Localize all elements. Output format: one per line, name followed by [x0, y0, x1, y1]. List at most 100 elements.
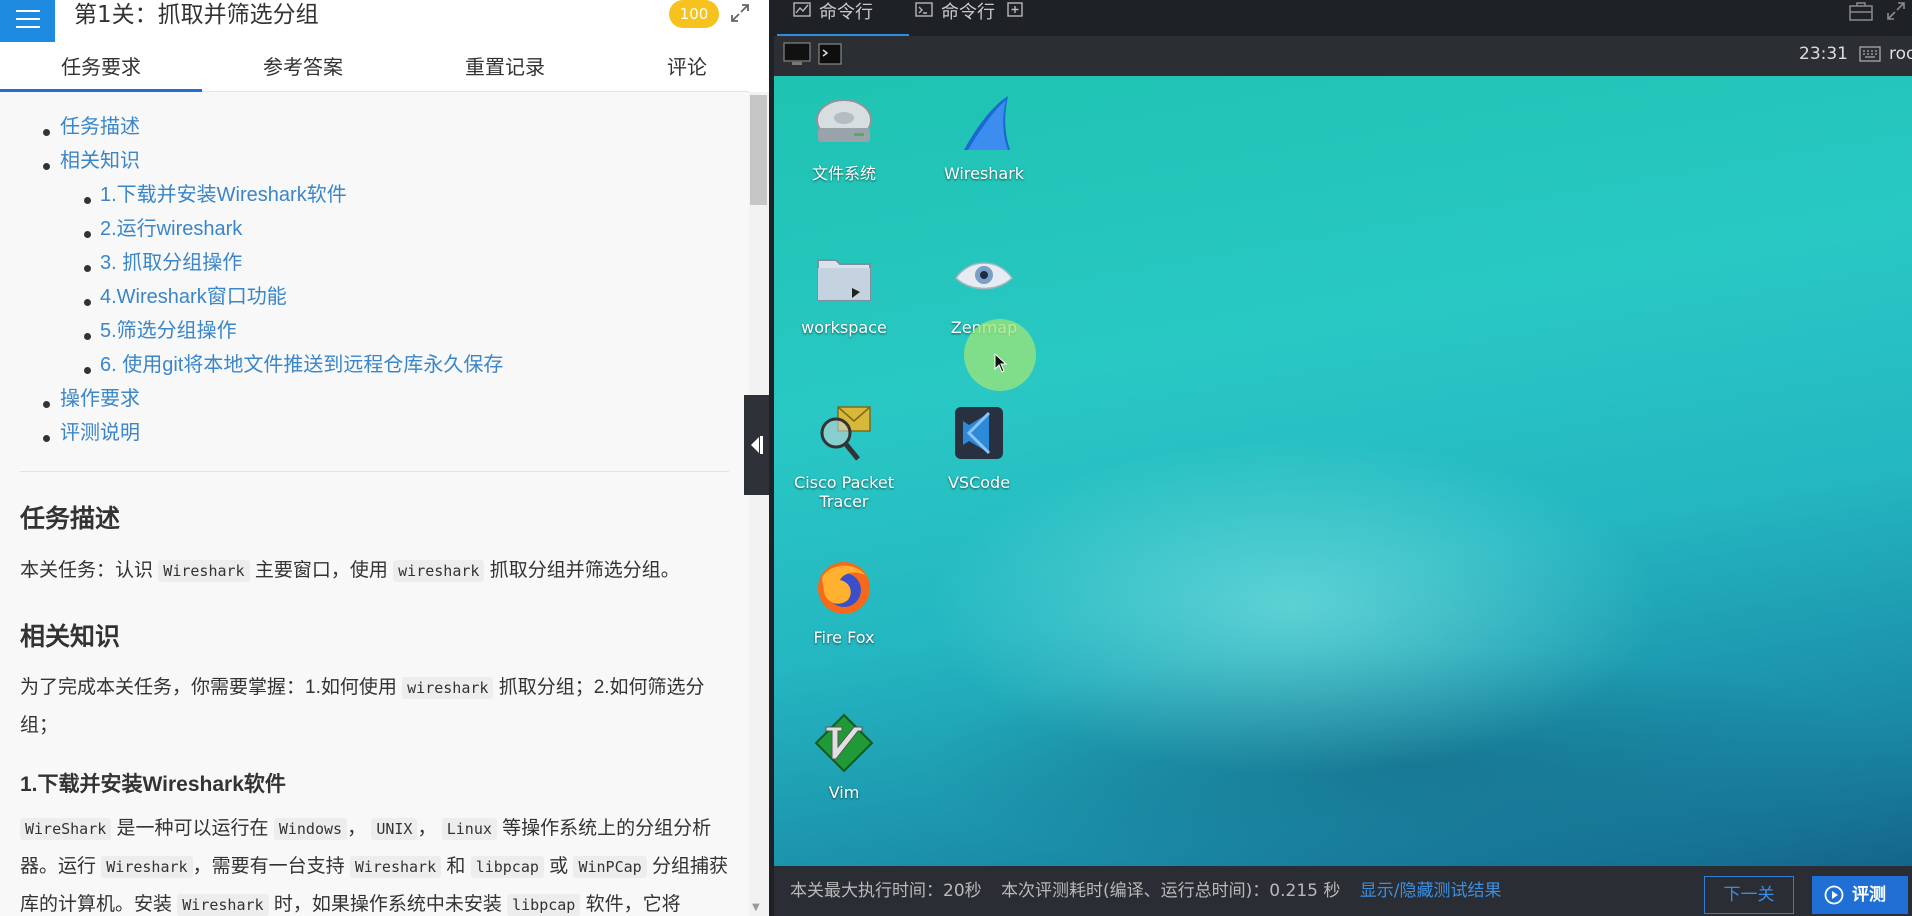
keyboard-icon[interactable]	[1859, 44, 1881, 64]
desktop-icon-label: Fire Fox	[813, 628, 875, 647]
inline-code: libpcap	[470, 856, 544, 878]
desktop-icon-label: 文件系统	[811, 164, 876, 183]
scrollbar-track[interactable]	[749, 92, 769, 916]
toc-sub-item[interactable]: 1.下载并安装Wireshark软件	[100, 180, 347, 210]
evaluate-label: 评测	[1852, 885, 1886, 905]
text: 主要窗口，使用	[254, 560, 388, 581]
new-tab-icon[interactable]	[1007, 2, 1025, 18]
text: 是一种可以运行在	[111, 818, 274, 839]
text: 抓取分组并筛选分组。	[489, 560, 680, 581]
text: ，	[347, 818, 372, 839]
fullscreen-icon[interactable]	[1885, 0, 1907, 22]
bullet	[43, 129, 50, 136]
task-paragraph: 本关任务：认识 Wireshark 主要窗口，使用 wireshark 抓取分组…	[20, 552, 730, 590]
text: ，需要有一台支持	[192, 856, 350, 877]
tab-task-requirements[interactable]: 任务要求	[0, 42, 202, 92]
folder-icon	[817, 259, 871, 301]
vim-icon	[814, 713, 874, 773]
toolbox-icon[interactable]	[1848, 0, 1874, 22]
text: 或	[543, 856, 574, 877]
bullet	[43, 435, 50, 442]
tab-reference-answer[interactable]: 参考答案	[202, 42, 404, 92]
page-title: 第1关：抓取并筛选分组	[74, 2, 319, 28]
inline-code: Wireshark	[349, 856, 442, 878]
desktop-icon-cisco-packet-tracer[interactable]: Cisco Packet Tracer	[779, 403, 909, 511]
packet-tracer-icon	[820, 406, 871, 461]
toc-sub-item[interactable]: 2.运行wireshark	[100, 214, 242, 244]
desktop-icon-vscode[interactable]: VSCode	[914, 403, 1044, 492]
tab-terminal-2[interactable]: 命令行	[911, 0, 1051, 36]
desktop-icon-vim[interactable]: Vim	[779, 713, 909, 802]
menu-icon-line	[16, 26, 40, 28]
desktop-icon-label: workspace	[801, 318, 887, 337]
evaluate-button[interactable]: 评测	[1812, 876, 1908, 914]
environment-tabs: 命令行 命令行	[769, 0, 1912, 36]
section-heading-knowledge: 相关知识	[20, 623, 121, 651]
scrollbar-thumb[interactable]	[750, 95, 767, 205]
collapse-arrow-icon	[751, 436, 763, 454]
task-panel: 第1关：抓取并筛选分组 100 任务要求 参考答案 重置记录 评论 任务描述 相…	[0, 0, 770, 916]
tab-comments[interactable]: 评论	[586, 42, 788, 92]
task-content: 任务描述 相关知识 1.下载并安装Wireshark软件 2.运行wiresha…	[0, 92, 749, 916]
inline-code: UNIX	[371, 818, 418, 840]
desktop-icon-firefox[interactable]: Fire Fox	[779, 558, 909, 647]
bullet	[43, 163, 50, 170]
inline-code: libpcap	[507, 894, 581, 916]
desktop-icon-label: Cisco Packet Tracer	[794, 473, 894, 511]
desktop-icon-workspace[interactable]: workspace	[779, 248, 909, 337]
desktop-icon-wireshark[interactable]: Wireshark	[919, 94, 1049, 183]
section-heading-task: 任务描述	[20, 505, 121, 533]
desktop-taskbar: 23:31 root	[774, 36, 1912, 76]
inline-code: Wireshark	[177, 894, 269, 916]
next-level-button[interactable]: 下一关	[1704, 876, 1794, 914]
bullet	[84, 333, 91, 340]
toc-sub-item[interactable]: 5.筛选分组操作	[100, 316, 237, 346]
shark-fin-icon	[964, 96, 1010, 150]
terminal-launcher-icon[interactable]	[818, 43, 842, 65]
firefox-icon	[818, 562, 870, 614]
bullet	[43, 401, 50, 408]
scroll-down-arrow-icon[interactable]: ▼	[752, 902, 760, 913]
toc-sub-item[interactable]: 6. 使用git将本地文件推送到远程仓库永久保存	[100, 350, 503, 380]
toc-item[interactable]: 任务描述	[60, 112, 140, 142]
show-desktop-icon[interactable]	[782, 40, 812, 68]
menu-button[interactable]	[0, 0, 55, 42]
tab-label: 命令行	[819, 2, 873, 23]
desktop-icon-label: Vim	[828, 783, 860, 802]
terminal-icon	[915, 2, 933, 17]
toc-item[interactable]: 评测说明	[60, 418, 140, 448]
toc-item[interactable]: 操作要求	[60, 384, 140, 414]
toggle-test-results-link[interactable]: 显示/隐藏测试结果	[1360, 881, 1502, 901]
toc-sub-item[interactable]: 3. 抓取分组操作	[100, 248, 242, 278]
text: 为了完成本关任务，你需要掌握：1.如何使用	[20, 677, 397, 698]
vscode-icon	[955, 407, 1003, 459]
tab-label: 命令行	[941, 2, 995, 23]
bullet	[84, 367, 91, 374]
score-badge: 100	[669, 0, 719, 28]
mouse-cursor-icon	[994, 353, 1008, 373]
user-name: root	[1889, 44, 1912, 64]
bullet	[84, 197, 91, 204]
inline-code: Windows	[273, 818, 348, 840]
inline-code: Wireshark	[101, 856, 193, 878]
tab-terminal-1[interactable]: 命令行	[777, 0, 909, 36]
desktop-icon-label: Wireshark	[943, 164, 1025, 183]
inline-code: wireshark	[402, 677, 494, 699]
inline-code: Wireshark	[158, 560, 250, 582]
task-header: 第1关：抓取并筛选分组 100	[0, 0, 769, 42]
bullet	[84, 299, 91, 306]
environment-panel: 命令行 命令行 23:31 roo 文件系统 Wireshark workspa…	[769, 0, 1912, 916]
text: 和	[441, 856, 471, 877]
tab-reset-record[interactable]: 重置记录	[404, 42, 606, 92]
clock: 23:31	[1799, 44, 1848, 64]
divider	[20, 471, 729, 472]
desktop-icon-file-system[interactable]: 文件系统	[779, 94, 909, 183]
toc-sub-item[interactable]: 4.Wireshark窗口功能	[100, 282, 287, 312]
chart-icon	[793, 2, 811, 17]
text: 本关任务：认识	[20, 560, 154, 581]
collapse-panel-button[interactable]	[744, 395, 770, 495]
knowledge-paragraph: 为了完成本关任务，你需要掌握：1.如何使用 wireshark 抓取分组；2.如…	[20, 669, 730, 744]
toc-item[interactable]: 相关知识	[60, 146, 140, 176]
expand-icon[interactable]	[729, 2, 751, 24]
remote-desktop[interactable]: 文件系统 Wireshark workspace Cisco Packet Tr…	[774, 76, 1912, 866]
